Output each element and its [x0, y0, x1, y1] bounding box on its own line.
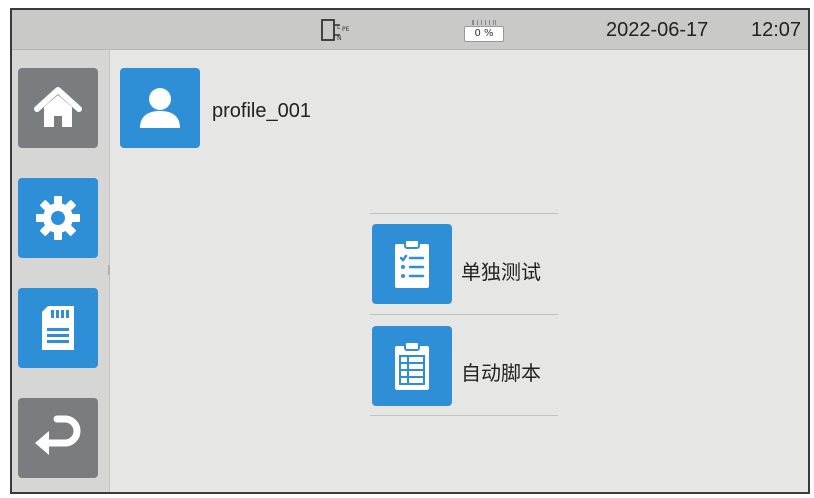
profile-name[interactable]: profile_001 — [212, 100, 311, 123]
svg-text:N: N — [337, 35, 342, 42]
battery-icon: 0 % — [464, 18, 504, 44]
svg-text:L: L — [337, 24, 341, 31]
user-icon — [140, 88, 180, 128]
home-icon — [34, 87, 82, 127]
sidebar — [12, 50, 110, 492]
auto-script-button[interactable] — [372, 326, 452, 406]
svg-text:PE: PE — [342, 26, 350, 33]
divider-mark — [108, 265, 110, 275]
profile-button[interactable] — [120, 68, 200, 148]
memory-button[interactable] — [18, 288, 98, 368]
home-button[interactable] — [18, 68, 98, 148]
status-time: 12:07 — [751, 19, 802, 41]
back-button[interactable] — [18, 398, 98, 478]
return-arrow-icon — [35, 415, 81, 455]
single-test-label[interactable]: 单独测试 — [461, 256, 541, 285]
status-bar: L PE N 0 % 2022-06-17 12:07 — [12, 10, 808, 50]
device-screen: L PE N 0 % 2022-06-17 12:07 profile_001 … — [10, 8, 810, 494]
script-clipboard-icon — [395, 341, 429, 390]
single-test-button[interactable] — [372, 224, 452, 304]
settings-button[interactable] — [18, 178, 98, 258]
battery-level: 0 % — [464, 26, 504, 42]
menu-divider-top — [370, 213, 558, 214]
checklist-clipboard-icon — [395, 239, 429, 288]
menu-divider-middle — [370, 314, 558, 315]
auto-script-label[interactable]: 自动脚本 — [461, 357, 541, 386]
menu-divider-bottom — [370, 415, 558, 416]
status-date: 2022-06-17 — [606, 19, 709, 41]
sd-card-icon — [42, 306, 74, 350]
gear-icon — [36, 196, 80, 240]
battery-ticks — [472, 20, 496, 25]
mains-plug-icon: L PE N — [321, 19, 350, 42]
